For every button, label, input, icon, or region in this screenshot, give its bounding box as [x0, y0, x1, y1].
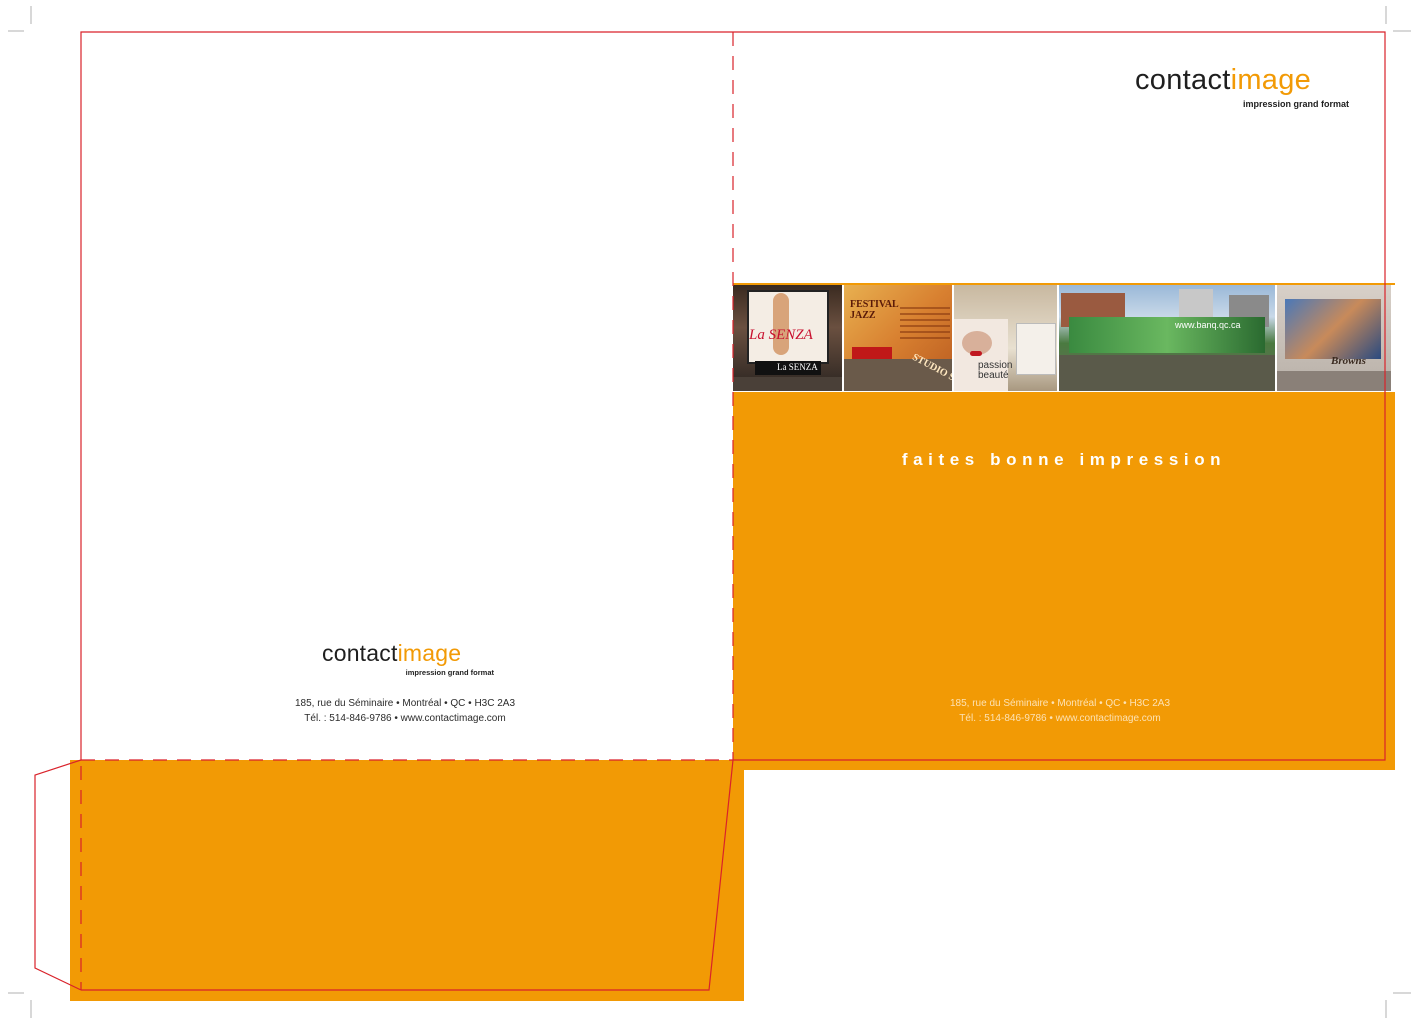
dieline-glue-tab — [34, 759, 82, 991]
dieline-pocket — [81, 759, 734, 991]
dieline-overlay — [8, 6, 1411, 1018]
crop-marks — [8, 6, 1411, 1018]
